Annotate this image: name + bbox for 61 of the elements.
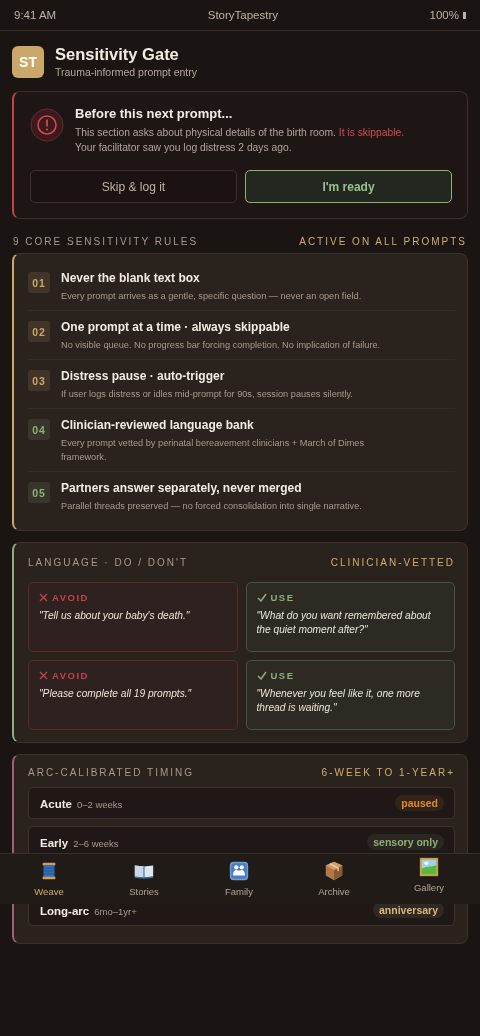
cross-icon (39, 593, 48, 602)
rule-description: No visible queue. No progress bar forcing completion. No implication of failure. (61, 339, 381, 352)
battery-icon (463, 11, 466, 19)
rule-number: 05 (28, 482, 50, 503)
phase-range: 6mo–1yr+ (94, 906, 137, 917)
phase-name: Long-arc (40, 905, 90, 917)
picture-icon (418, 856, 440, 878)
skip-button[interactable]: Skip & log it (30, 170, 237, 203)
ready-button[interactable]: I'm ready (245, 170, 452, 203)
rule-description: Every prompt vetted by perinatal bereavement clinicians + March of Dimes framework. (61, 437, 366, 464)
rule-number: 03 (28, 370, 50, 391)
page-subtitle: Trauma-informed prompt entry (55, 66, 197, 78)
rule-title: Clinician-reviewed language bank (61, 418, 255, 432)
battery-level: 100% (429, 9, 459, 21)
phase-range: 2–6 weeks (73, 838, 119, 849)
example-label: USE (270, 670, 295, 681)
phase-range: 0–2 weeks (76, 799, 123, 810)
phase-name: Acute (40, 798, 72, 810)
cross-icon (39, 671, 48, 680)
box-icon (323, 860, 345, 882)
rule-number: 02 (28, 321, 50, 342)
rule-description: Every prompt arrives as a gentle, specific question — never an open field. (61, 290, 362, 303)
section-status: ACTIVE ON ALL PROMPTS (299, 236, 467, 247)
example-label: AVOID (52, 592, 89, 603)
warning-icon (30, 108, 64, 142)
tab-item[interactable]: Stories (115, 854, 173, 904)
tab-item[interactable]: Family (210, 854, 268, 904)
example-quote: "Please complete all 19 prompts." (39, 687, 193, 701)
rule-title: Never the blank text box (61, 271, 201, 285)
section-heading: ARC-CALIBRATED TIMING (28, 767, 195, 778)
page-title: Sensitivity Gate (55, 45, 180, 64)
alert-message: This section asks about physical details of the birth room. It is skippable. Your facilitator saw you log distress 2 days ago. (75, 126, 405, 155)
app-logo: ST (12, 45, 44, 78)
rule-description: Parallel threads preserved — no forced consolidation into single narrative. (61, 500, 362, 513)
check-icon (256, 671, 267, 680)
example-quote: "Whenever you feel like it, one more thread is waiting." (256, 687, 421, 715)
app-name: StoryTapestry (207, 9, 279, 21)
status-time: 9:41 AM (14, 9, 57, 21)
rule-title: Partners answer separately, never merged (61, 481, 303, 495)
rule-number: 01 (28, 272, 50, 293)
family-icon (228, 860, 250, 882)
tab-item[interactable]: Archive (305, 854, 363, 904)
example-quote: "What do you want remembered about the quiet moment after?" (256, 609, 432, 637)
section-status: CLINICIAN-VETTED (330, 557, 455, 568)
alert-title: Before this next prompt... (75, 106, 234, 121)
rule-title: One prompt at a time · always skippable (61, 320, 291, 334)
phase-name: Early (40, 837, 69, 849)
example-quote: "Tell us about your baby's death." (39, 609, 191, 623)
check-icon (256, 593, 267, 602)
tab-item[interactable]: Weave (20, 854, 78, 904)
phase-tag: sensory only (367, 834, 444, 850)
section-status: 6-WEEK TO 1-YEAR+ (321, 767, 455, 778)
example-label: USE (270, 592, 295, 603)
rule-title: Distress pause · auto-trigger (61, 369, 226, 383)
rule-number: 04 (28, 419, 50, 440)
section-heading: 9 CORE SENSITIVITY RULES (13, 236, 199, 247)
phase-tag: paused (395, 795, 444, 811)
tab-item[interactable]: Gallery (400, 854, 458, 904)
rule-description: If user logs distress or idles mid-prompt for 90s, session pauses silently. (61, 388, 353, 401)
example-label: AVOID (52, 670, 89, 681)
section-heading: LANGUAGE · DO / DON'T (28, 557, 189, 568)
